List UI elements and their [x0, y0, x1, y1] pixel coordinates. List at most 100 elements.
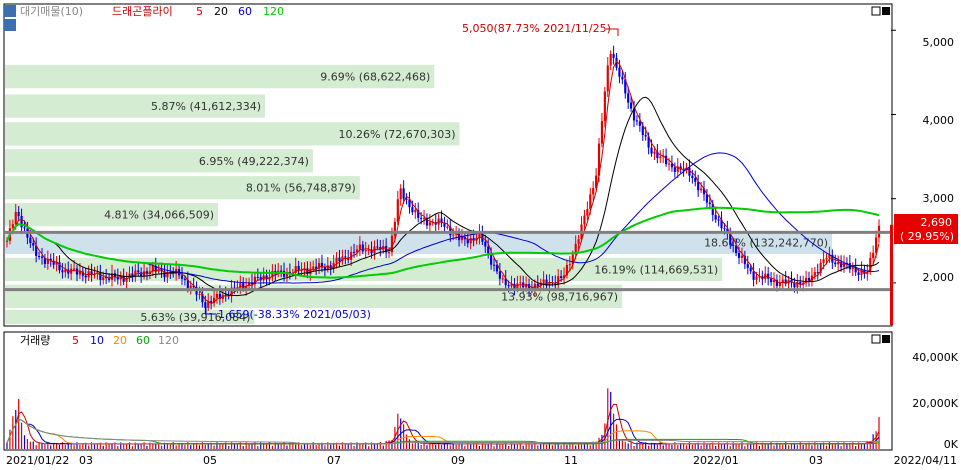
volume-bar	[295, 444, 297, 449]
price-legend-2: 5	[196, 5, 203, 18]
candle-body	[659, 156, 662, 159]
candle-body	[14, 211, 17, 225]
volume-bar	[817, 444, 819, 449]
volume-bar	[604, 423, 606, 449]
volume-bar	[487, 443, 489, 449]
candle-body	[577, 239, 580, 244]
candle-body	[557, 276, 560, 285]
price-legend-4: 60	[238, 5, 252, 18]
candle-body	[338, 257, 341, 262]
volume-bar	[26, 439, 29, 449]
candle-body	[603, 91, 606, 122]
volume-bar	[630, 442, 632, 449]
volume-bar	[802, 444, 804, 449]
volume-bar	[44, 444, 46, 449]
volume-bar	[855, 446, 857, 449]
candle-body	[568, 264, 571, 266]
candle-body	[653, 151, 656, 154]
price-panel-minimize-icon[interactable]	[871, 6, 881, 16]
candle-body	[17, 211, 20, 216]
volume-bar	[23, 435, 26, 449]
volume-bar	[373, 443, 376, 449]
volume-bar	[516, 444, 518, 449]
volume-panel-frame	[3, 331, 893, 451]
volume-bar	[811, 445, 813, 449]
candle-body	[344, 256, 347, 258]
volume-legend-4: 60	[136, 334, 150, 347]
volume-bar	[175, 445, 177, 449]
volume-panel-minimize-icon[interactable]	[871, 334, 881, 344]
volume-bar	[93, 444, 96, 449]
candle-body	[137, 270, 140, 273]
volume-bar	[715, 445, 717, 449]
chart-zoom-icon[interactable]	[4, 19, 16, 31]
candle-body	[361, 244, 364, 252]
volume-bar	[280, 444, 282, 449]
candle-body	[40, 256, 44, 258]
volume-bar	[435, 445, 437, 449]
candle-body	[697, 181, 700, 191]
candle-body	[752, 271, 755, 280]
volume-bar	[403, 424, 405, 449]
volume-y-tick-2: 0K	[944, 438, 959, 451]
candle-body	[484, 241, 487, 247]
candle-body	[834, 262, 837, 265]
current-price-marker	[890, 224, 893, 325]
volume-bar	[420, 444, 422, 449]
candle-body	[589, 194, 592, 210]
volume-bar	[160, 445, 163, 449]
volume-y-tick-1: 20,000K	[912, 397, 958, 410]
candle-body	[99, 272, 102, 280]
volume-panel-maximize-icon[interactable]	[882, 335, 890, 343]
price-y-tick-2: 3,000	[923, 192, 955, 205]
volume-bar	[219, 444, 221, 449]
volume-bar	[368, 446, 370, 449]
candle-body	[335, 257, 338, 263]
volume-bar	[720, 444, 723, 449]
volume-bar	[499, 443, 501, 449]
volume-bar	[315, 444, 317, 449]
candle-body	[428, 222, 431, 226]
volume-bar	[478, 446, 481, 449]
volume-bar	[633, 445, 635, 449]
volume-bar	[190, 445, 192, 449]
candle-body	[297, 265, 300, 271]
volume-bar	[566, 444, 568, 449]
chart-menu-icon[interactable]	[4, 5, 16, 17]
volume-bar	[767, 444, 769, 449]
candle-body	[714, 214, 717, 220]
candle-body	[460, 236, 464, 241]
volume-bar	[257, 446, 259, 449]
candle-body	[498, 271, 501, 279]
volume-bar	[575, 445, 577, 449]
volume-bar	[752, 444, 755, 449]
candle-body	[180, 275, 184, 279]
volume-bar	[35, 445, 37, 449]
candle-body	[411, 207, 414, 213]
volume-bar	[502, 444, 504, 449]
volume-bar	[580, 444, 583, 449]
chart-window: 9.69% (68,622,468) 5.87% (41,612,334) 10.2…	[0, 0, 961, 467]
volume-profile-label: 10.26% (72,670,303)	[339, 128, 456, 141]
candle-body	[536, 283, 539, 287]
price-panel-maximize-icon[interactable]	[882, 7, 890, 15]
volume-bar	[50, 445, 52, 449]
volume-bar	[102, 445, 104, 449]
volume-bar	[41, 443, 43, 449]
volume-profile-label: 13.93% (98,716,967)	[501, 290, 618, 303]
candle-body	[32, 243, 35, 246]
volume-bar	[493, 446, 495, 449]
volume-bar	[700, 445, 702, 449]
candle-body	[673, 167, 676, 172]
candle-body	[816, 272, 819, 274]
volume-bar	[263, 443, 265, 449]
candle-body	[542, 279, 545, 283]
candle-body	[507, 285, 510, 287]
x-label-4: 09	[451, 454, 465, 467]
candle-body	[837, 262, 840, 265]
volume-bar	[706, 444, 708, 449]
volume-bar	[251, 443, 253, 449]
volume-bar	[796, 445, 798, 449]
candle-body	[600, 121, 604, 144]
volume-bar	[213, 445, 215, 449]
